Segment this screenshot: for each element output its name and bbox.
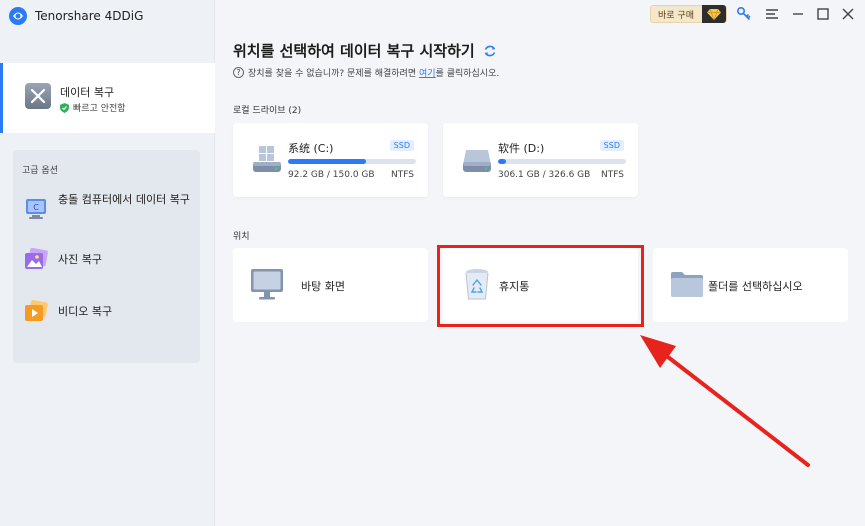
sidebar-item-data-recovery[interactable]: 데이터 복구 빠르고 안전함 xyxy=(0,63,215,133)
app-logo: Tenorshare 4DDiG xyxy=(8,6,143,26)
recovery-tools-icon xyxy=(25,83,51,109)
photo-icon xyxy=(25,248,48,269)
location-card-desktop[interactable]: 바탕 화면 xyxy=(233,248,428,322)
close-icon[interactable] xyxy=(840,6,856,22)
location-name: 바탕 화면 xyxy=(301,280,345,293)
menu-icon[interactable] xyxy=(764,6,780,22)
drive-usage-bar xyxy=(498,159,626,164)
svg-text:C: C xyxy=(33,203,39,212)
windows-drive-icon xyxy=(253,146,281,172)
drive-card-d[interactable]: 软件 (D:) SSD 306.1 GB / 326.6 GB NTFS xyxy=(443,123,638,197)
sidebar-item-subtitle: 빠르고 안전함 xyxy=(60,101,126,114)
drive-usage-fill xyxy=(288,159,367,164)
advanced-options-panel: 고급 옵션 C 충돌 컴퓨터에서 데이터 복구 사진 복구 비디오 복구 xyxy=(13,150,200,363)
crashed-computer-icon: C xyxy=(26,199,46,219)
buy-now-button[interactable]: 바로 구매 xyxy=(650,5,727,23)
location-card-select-folder[interactable]: 폴더를 선택하십시오 xyxy=(653,248,848,322)
drive-usage-fill xyxy=(498,159,506,164)
app-logo-icon xyxy=(9,7,27,25)
sidebar-item-subtitle-text: 빠르고 안전함 xyxy=(73,104,126,114)
diamond-icon xyxy=(702,5,726,23)
desktop-monitor-icon xyxy=(251,269,283,300)
drive-type-badge: SSD xyxy=(389,140,414,151)
question-icon: ? xyxy=(233,67,244,78)
location-name: 폴더를 선택하십시오 xyxy=(708,280,803,293)
advanced-options-title: 고급 옵션 xyxy=(22,166,58,176)
sidebar-item-crashed-computer[interactable]: C 충돌 컴퓨터에서 데이터 복구 xyxy=(13,192,200,228)
drive-card-c[interactable]: 系统 (C:) SSD 92.2 GB / 150.0 GB NTFS xyxy=(233,123,428,197)
help-text: ? 장치를 찾을 수 없습니까? 문제를 해결하려면 여기를 클릭하십시오. xyxy=(233,66,499,79)
folder-icon xyxy=(671,272,703,297)
video-icon xyxy=(25,300,48,321)
refresh-icon[interactable] xyxy=(483,44,497,58)
drive-name: 软件 (D:) xyxy=(498,142,545,155)
sidebar-item-photo-recovery[interactable]: 사진 복구 xyxy=(13,248,200,272)
buy-now-label: 바로 구매 xyxy=(658,10,694,21)
help-link[interactable]: 여기 xyxy=(419,69,436,79)
sidebar-item-label: 사진 복구 xyxy=(58,253,102,266)
locations-label: 위치 xyxy=(233,232,250,242)
app-name: Tenorshare 4DDiG xyxy=(35,9,144,23)
sidebar-item-title: 데이터 복구 xyxy=(60,86,115,99)
drive-size: 306.1 GB / 326.6 GB xyxy=(498,170,591,180)
hard-drive-icon xyxy=(463,150,491,172)
help-suffix: 를 클릭하십시오. xyxy=(435,69,500,79)
shield-icon xyxy=(60,102,69,113)
local-drives-label: 로컬 드라이브 (2) xyxy=(233,106,302,116)
drive-filesystem: NTFS xyxy=(391,170,414,180)
help-prefix: 장치를 찾을 수 없습니까? 문제를 해결하려면 xyxy=(248,69,419,79)
page-title: 위치를 선택하여 데이터 복구 시작하기 xyxy=(233,40,497,61)
highlight-box xyxy=(437,245,644,327)
drive-filesystem: NTFS xyxy=(601,170,624,180)
maximize-icon[interactable] xyxy=(815,6,831,22)
key-icon[interactable] xyxy=(736,6,752,22)
drive-usage-bar xyxy=(288,159,416,164)
sidebar: Tenorshare 4DDiG 데이터 복구 빠르고 안전함 고급 옵션 C … xyxy=(0,0,215,526)
minimize-icon[interactable] xyxy=(790,6,806,22)
drive-type-badge: SSD xyxy=(599,140,624,151)
sidebar-item-label: 충돌 컴퓨터에서 데이터 복구 xyxy=(58,193,190,206)
drive-name: 系统 (C:) xyxy=(288,142,334,155)
drive-size: 92.2 GB / 150.0 GB xyxy=(288,170,375,180)
sidebar-item-video-recovery[interactable]: 비디오 복구 xyxy=(13,300,200,324)
sidebar-item-label: 비디오 복구 xyxy=(58,305,113,318)
page-title-text: 위치를 선택하여 데이터 복구 시작하기 xyxy=(233,42,475,60)
